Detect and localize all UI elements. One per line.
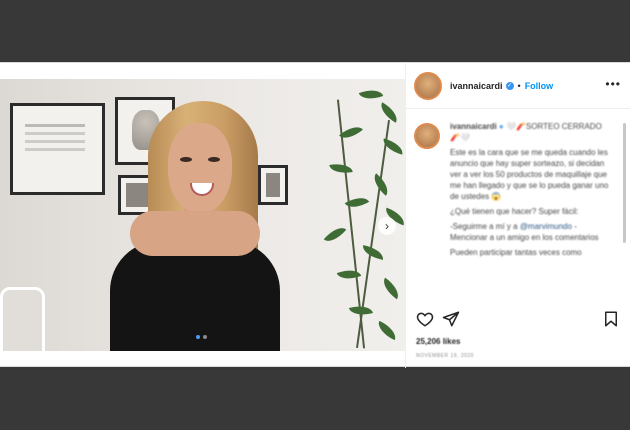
avatar[interactable] (414, 71, 442, 100)
likes-count[interactable]: 25,206 likes (416, 337, 460, 346)
post-image[interactable]: › (0, 79, 405, 351)
post-header: ivannaicardi ✓ • Follow ••• (406, 63, 630, 109)
caption-paragraph: Este es la cara que se me queda cuando l… (450, 148, 609, 201)
username-link[interactable]: ivannaicardi (450, 81, 503, 91)
post-side-panel: ivannaicardi ✓ • Follow ••• ivannaicardi… (405, 63, 630, 368)
verified-badge-icon: ● (498, 122, 504, 131)
caption-avatar[interactable] (414, 123, 440, 149)
post-date: NOVEMBER 19, 2020 (416, 353, 474, 359)
caption-username[interactable]: ivannaicardi (450, 122, 497, 131)
verified-badge-icon: ✓ (505, 81, 514, 90)
caption-paragraph: ¿Qué tienen que hacer? Super fácil: (450, 207, 579, 216)
next-arrow-icon[interactable]: › (378, 217, 396, 235)
caption-paragraph: Pueden participar tantas veces como (450, 248, 582, 257)
send-icon[interactable] (442, 310, 460, 328)
caption-paragraph: -Seguirme a mí y a (450, 222, 518, 231)
chair (0, 287, 45, 351)
heart-icon[interactable] (416, 310, 434, 328)
bookmark-icon[interactable] (602, 310, 620, 328)
carousel-dot (196, 335, 200, 339)
follow-button[interactable]: Follow (525, 81, 554, 91)
more-options-icon[interactable]: ••• (605, 77, 621, 91)
carousel-dot (203, 335, 207, 339)
separator: • (517, 80, 521, 91)
scrollbar[interactable] (623, 123, 626, 243)
caption-text: ivannaicardi ● 🤍🧨SORTEO CERRADO🧨🤍 Este e… (450, 121, 610, 258)
instagram-post: › ivannaicardi ✓ • Follow ••• ivannaicar… (0, 62, 630, 368)
person (110, 101, 290, 351)
carousel-indicator (196, 335, 207, 339)
caption: ivannaicardi ● 🤍🧨SORTEO CERRADO🧨🤍 Este e… (414, 121, 614, 301)
plant (310, 79, 405, 351)
action-bar (416, 310, 621, 330)
wall-frame (10, 103, 105, 195)
mention-link[interactable]: @marvimundo (520, 222, 572, 231)
